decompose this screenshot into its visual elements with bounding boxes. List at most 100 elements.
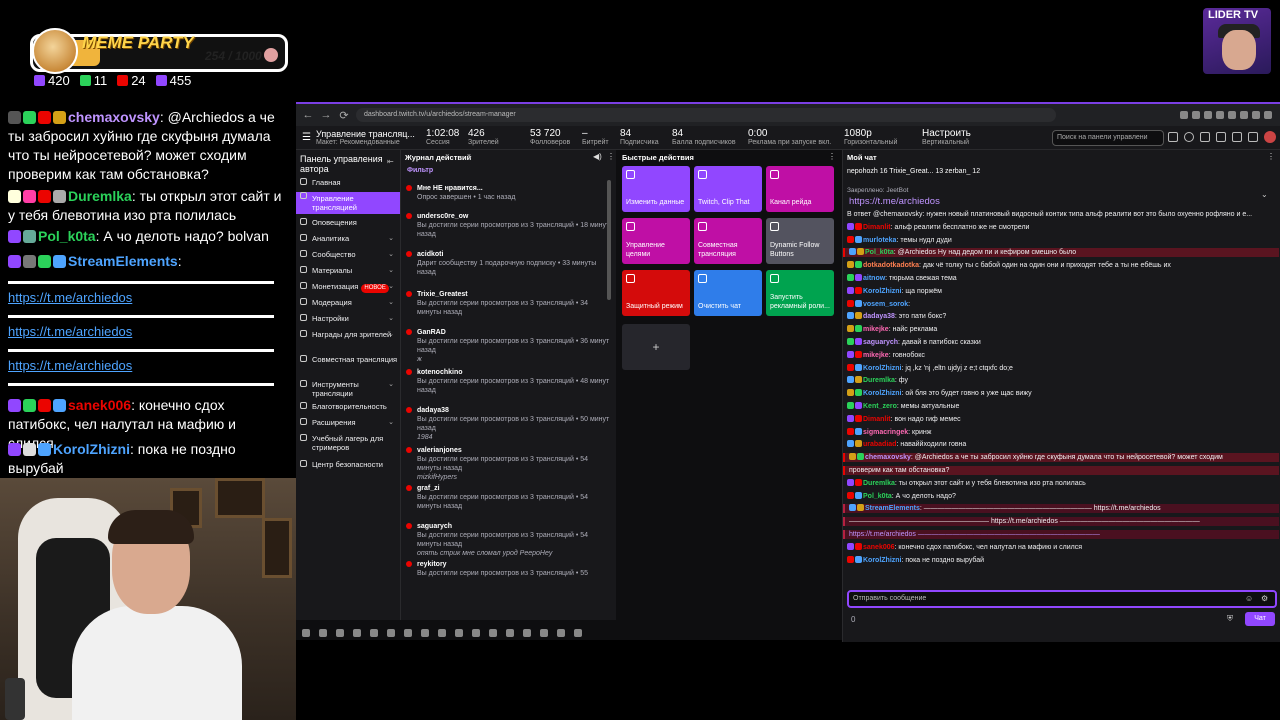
back-icon[interactable]: ← bbox=[302, 109, 314, 121]
sidebar-item[interactable]: Модерация ⌄ bbox=[296, 298, 400, 308]
sidebar-item[interactable]: Сообщество ⌄ bbox=[296, 250, 400, 260]
help-icon[interactable] bbox=[1184, 132, 1194, 142]
scrollbar[interactable] bbox=[607, 180, 611, 300]
chevron-down-icon[interactable]: ⌄ bbox=[388, 234, 394, 243]
extension-icon[interactable] bbox=[1252, 111, 1260, 119]
extension-icon[interactable] bbox=[1180, 111, 1188, 119]
windows-icon[interactable] bbox=[302, 629, 310, 637]
chat-username[interactable]: vosem_sorok bbox=[863, 301, 908, 308]
sidebar-item[interactable]: Награды для зрителей ⌄ bbox=[296, 330, 400, 350]
chat-message[interactable]: KorolZhizni: jq ,kz 'nj ,eltn ujdyj z e;… bbox=[843, 363, 1279, 373]
quick-action-tile[interactable]: Dynamic Follow Buttons bbox=[766, 218, 834, 264]
sidebar-item[interactable]: Центр безопасности bbox=[296, 460, 400, 470]
search-icon[interactable] bbox=[319, 629, 327, 637]
emote-icon[interactable]: ☺ bbox=[1245, 594, 1253, 603]
chat-message[interactable]: murloteka: темы нудл дуди bbox=[843, 235, 1279, 245]
app-icon[interactable] bbox=[557, 629, 565, 637]
volume-icon[interactable]: ◀) bbox=[593, 152, 602, 161]
chat-message[interactable]: Duremlka: фу bbox=[843, 376, 1279, 385]
app-icon[interactable] bbox=[506, 629, 514, 637]
chevron-down-icon[interactable]: ⌄ bbox=[388, 250, 394, 259]
notifications-icon[interactable] bbox=[1200, 132, 1210, 142]
chat-username[interactable]: KorolZhizni bbox=[863, 365, 902, 372]
activity-item[interactable]: undersc0re_ow Вы достигли серии просмотро… bbox=[401, 212, 613, 239]
chat-username[interactable]: Pol_k0ta bbox=[865, 249, 894, 256]
chat-username[interactable]: sanek006 bbox=[863, 544, 895, 551]
sidebar-item[interactable]: Благотворительность bbox=[296, 402, 400, 412]
chat-message[interactable]: dadaya38: это пати бокс? bbox=[843, 312, 1279, 321]
extension-icon[interactable] bbox=[1216, 111, 1224, 119]
chevron-down-icon[interactable]: ⌄ bbox=[1261, 190, 1268, 199]
activity-item[interactable]: saguarych Вы достигли серии просмотров из… bbox=[401, 522, 613, 558]
chat-message[interactable]: https://t.me/archiedos —————————————————… bbox=[843, 530, 1279, 539]
chevron-down-icon[interactable]: ⌄ bbox=[388, 298, 394, 307]
overlay-link[interactable]: https://t.me/archiedos bbox=[8, 290, 132, 305]
sidebar-item[interactable]: Настройки ⌄ bbox=[296, 314, 400, 324]
chat-input[interactable]: Отправить сообщение bbox=[847, 590, 1277, 608]
sidebar-item[interactable]: Материалы ⌄ bbox=[296, 266, 400, 276]
settings-icon[interactable]: ⚙ bbox=[1261, 594, 1268, 603]
chat-message[interactable]: В ответ @chemaxovsky: нужен новый платин… bbox=[843, 210, 1279, 219]
whispers-icon[interactable] bbox=[1232, 132, 1242, 142]
activity-item[interactable]: dadaya38 Вы достигли серии просмотров из … bbox=[401, 406, 613, 442]
quick-action-tile[interactable]: Канал рейда bbox=[766, 166, 834, 212]
address-bar[interactable]: dashboard.twitch.tv/u/archiedos/stream-m… bbox=[356, 108, 1056, 122]
app-icon[interactable] bbox=[404, 629, 412, 637]
sidebar-item[interactable]: Совместная трансляция bbox=[296, 355, 400, 375]
activity-item[interactable]: Trixie_Greatest Вы достигли серии просмот… bbox=[401, 290, 613, 317]
bits-icon[interactable] bbox=[1248, 132, 1258, 142]
more-icon[interactable]: ⋮ bbox=[1267, 152, 1275, 161]
quick-action-tile[interactable]: Twitch, Clip That bbox=[694, 166, 762, 212]
chat-username[interactable]: saguarych bbox=[863, 339, 898, 346]
chevron-down-icon[interactable]: ⌄ bbox=[388, 314, 394, 323]
pinned-message[interactable]: https://t.me/archiedos bbox=[849, 196, 940, 207]
activity-item[interactable]: reykitory Вы достигли серии просмотров из… bbox=[401, 560, 613, 578]
activity-filter[interactable]: Фильтр bbox=[407, 167, 433, 174]
sidebar-item[interactable]: Учебный лагерь для стримеров bbox=[296, 434, 400, 454]
chat-message[interactable]: Kent_zero: мемы актуальные bbox=[843, 402, 1279, 411]
chat-username[interactable]: mikejke bbox=[863, 326, 889, 333]
chat-message[interactable]: vosem_sorok: bbox=[843, 299, 1279, 309]
forward-icon[interactable]: → bbox=[320, 109, 332, 121]
inbox-icon[interactable] bbox=[1216, 132, 1226, 142]
sidebar-item[interactable]: Главная bbox=[296, 178, 400, 188]
activity-item[interactable]: acidkoti Дарит сообществу 1 подарочную по… bbox=[401, 250, 613, 277]
sidebar-item[interactable]: Инструменты трансляции ⌄ bbox=[296, 380, 400, 400]
overlay-link[interactable]: https://t.me/archiedos bbox=[8, 324, 132, 339]
leaderboard[interactable]: nepohozh 16 Trixie_Great... 13 zerban_ 1… bbox=[847, 168, 980, 175]
app-icon[interactable] bbox=[489, 629, 497, 637]
reload-icon[interactable]: ⟳ bbox=[338, 109, 350, 122]
chevron-down-icon[interactable]: ⌄ bbox=[467, 152, 473, 160]
more-icon[interactable]: ⋮ bbox=[828, 152, 836, 161]
chat-username[interactable]: dadaya38 bbox=[863, 313, 895, 320]
activity-item[interactable]: kotenochkino Вы достигли серии просмотров… bbox=[401, 368, 613, 395]
add-action-button[interactable]: + bbox=[622, 324, 690, 370]
chat-message[interactable]: Dimanlit: альф реалити бесплатно же не с… bbox=[843, 222, 1279, 232]
app-icon[interactable] bbox=[370, 629, 378, 637]
chat-message[interactable]: mikejke: найс реклама bbox=[843, 325, 1279, 334]
activity-item[interactable]: graf_zi Вы достигли серии просмотров из 3… bbox=[401, 484, 613, 511]
chat-username[interactable]: Pol_k0ta bbox=[863, 493, 892, 500]
chat-message[interactable]: Dimanlit: вон надо гиф мемес bbox=[843, 414, 1279, 424]
chat-username[interactable]: Kent_zero bbox=[863, 403, 897, 410]
chat-message[interactable]: Pol_k0ta: А чо делоть надо? bbox=[843, 491, 1279, 501]
search-icon[interactable] bbox=[1168, 132, 1178, 142]
app-icon[interactable] bbox=[523, 629, 531, 637]
chevron-down-icon[interactable]: ⌄ bbox=[388, 380, 394, 389]
extension-icon[interactable] bbox=[1204, 111, 1212, 119]
chat-username[interactable]: Dimanlit bbox=[863, 416, 891, 423]
chat-username[interactable]: murloteka bbox=[863, 237, 896, 244]
chat-username[interactable]: KorolZhizni bbox=[863, 557, 902, 564]
sidebar-item[interactable]: Монетизация НОВОЕ ⌄ bbox=[296, 282, 400, 293]
avatar[interactable] bbox=[1264, 131, 1276, 143]
quick-action-tile[interactable]: Изменить данные bbox=[622, 166, 690, 212]
chevron-down-icon[interactable]: ⌄ bbox=[388, 330, 394, 339]
chat-username[interactable]: aitnow bbox=[863, 275, 885, 282]
app-icon[interactable] bbox=[574, 629, 582, 637]
chat-message[interactable]: saguarych: давай в патибокс сказки bbox=[843, 338, 1279, 347]
app-icon[interactable] bbox=[353, 629, 361, 637]
chat-message[interactable]: chemaxovsky: @Archiedos а че ты забросил… bbox=[843, 453, 1279, 463]
quick-action-tile[interactable]: Запустить рекламный роли... bbox=[766, 270, 834, 316]
app-icon[interactable] bbox=[540, 629, 548, 637]
activity-item[interactable]: valerianjones Вы достигли серии просмотро… bbox=[401, 446, 613, 482]
